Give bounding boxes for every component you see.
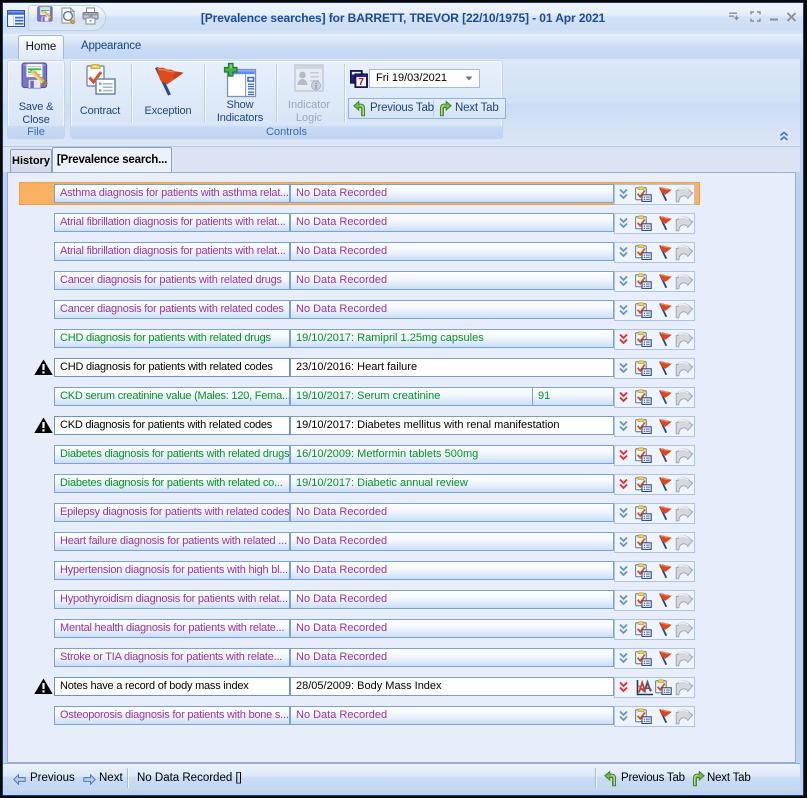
svg-text:7: 7 [358, 77, 364, 88]
